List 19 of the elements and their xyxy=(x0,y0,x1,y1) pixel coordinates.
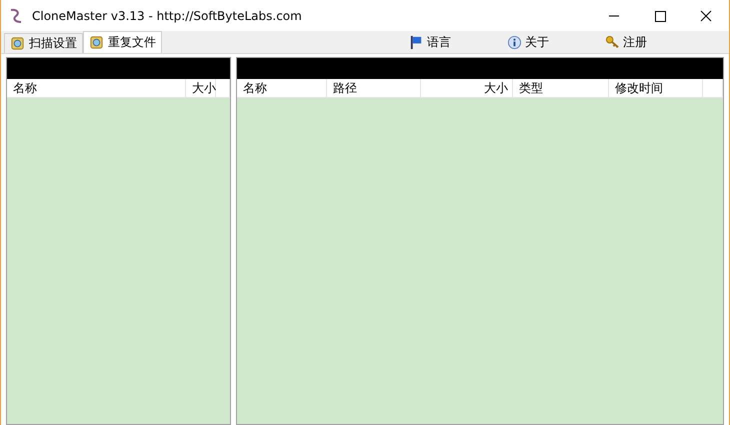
key-icon xyxy=(605,34,620,50)
toolbar-button[interactable]: 关于 xyxy=(507,34,605,50)
column-header[interactable]: 大小 xyxy=(186,79,216,97)
tab-icon xyxy=(10,36,25,51)
column-header[interactable]: 名称 xyxy=(237,79,327,97)
column-header[interactable]: 名称 xyxy=(7,79,186,97)
tab[interactable]: 重复文件 xyxy=(83,31,162,53)
flag-icon xyxy=(409,34,424,50)
column-header[interactable]: 大小 xyxy=(421,79,513,97)
app-icon xyxy=(8,8,24,24)
toolbar-button[interactable]: 注册 xyxy=(605,34,703,50)
toolbar-button[interactable]: 语言 xyxy=(409,34,507,50)
tab-icon xyxy=(89,35,104,50)
column-header[interactable]: 修改时间 xyxy=(609,79,703,97)
tab[interactable]: 扫描设置 xyxy=(4,33,83,53)
window-title: CloneMaster v3.13 - http://SoftByteLabs.com xyxy=(32,8,303,22)
column-header[interactable]: 路径 xyxy=(327,79,421,97)
info-icon xyxy=(507,34,522,50)
column-header[interactable]: 类型 xyxy=(513,79,609,97)
